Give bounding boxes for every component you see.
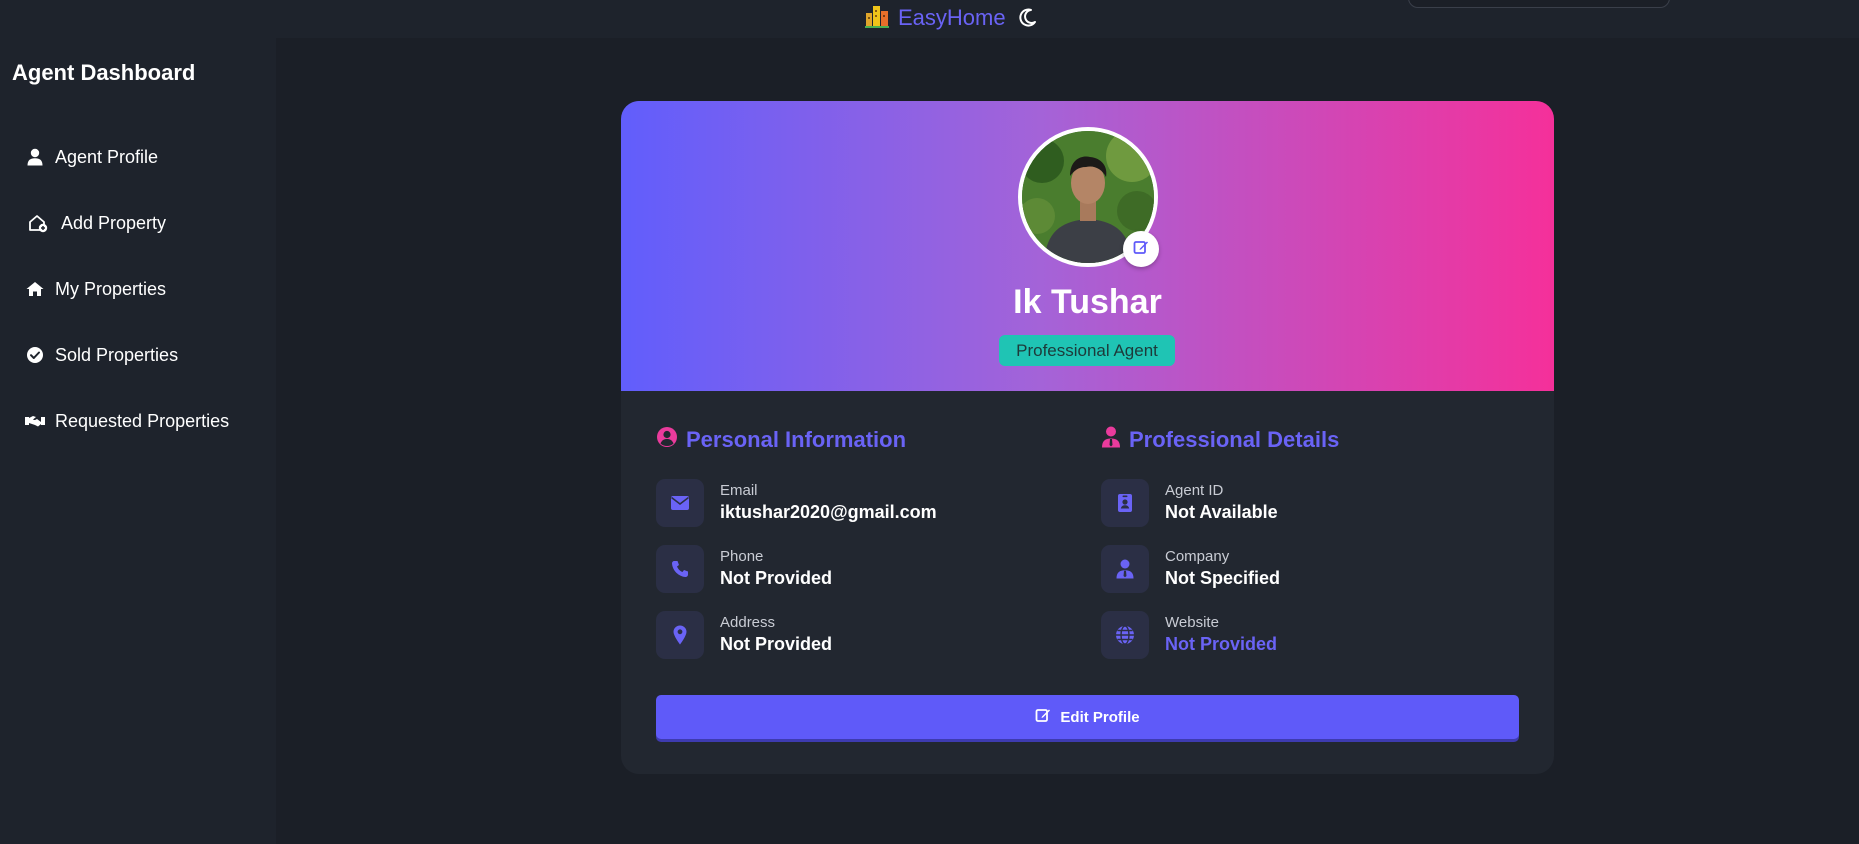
- check-circle-icon: [24, 344, 46, 366]
- sidebar-item-agent-profile[interactable]: Agent Profile: [0, 124, 276, 190]
- email-label: Email: [720, 482, 758, 499]
- top-right-control[interactable]: [1408, 0, 1670, 8]
- personal-info-title: Personal Information: [656, 426, 906, 454]
- phone-icon: [656, 545, 704, 593]
- agent-id-row: Agent ID Not Available: [1101, 479, 1278, 527]
- sidebar-item-sold-properties[interactable]: Sold Properties: [0, 322, 276, 388]
- professional-details-title: Professional Details: [1101, 426, 1339, 454]
- user-circle-icon: [656, 426, 678, 454]
- handshake-icon: [24, 410, 46, 432]
- sidebar: Agent Dashboard Agent Profile Add Proper…: [0, 38, 276, 844]
- edit-icon: [1133, 239, 1149, 260]
- address-value: Not Provided: [720, 634, 833, 654]
- sidebar-item-label: Agent Profile: [55, 146, 159, 167]
- phone-value: Not Provided: [720, 568, 833, 588]
- email-value: iktushar2020@gmail.com: [720, 502, 937, 522]
- sidebar-item-add-property[interactable]: Add Property: [0, 190, 276, 256]
- sidebar-item-label: Requested Properties: [55, 410, 230, 431]
- sidebar-item-my-properties[interactable]: My Properties: [0, 256, 276, 322]
- edit-profile-label: Edit Profile: [1060, 708, 1140, 726]
- company-label: Company: [1165, 548, 1230, 565]
- envelope-icon: [656, 479, 704, 527]
- profile-header: Ik Tushar Professional Agent: [621, 101, 1554, 391]
- website-label: Website: [1165, 614, 1219, 631]
- sidebar-title: Agent Dashboard: [12, 60, 196, 85]
- sidebar-item-label: Sold Properties: [55, 344, 179, 365]
- house-plus-icon: [27, 212, 49, 234]
- profile-card: Ik Tushar Professional Agent Personal In…: [621, 101, 1554, 774]
- phone-label: Phone: [720, 548, 764, 565]
- id-badge-icon: [1101, 479, 1149, 527]
- user-icon: [24, 146, 46, 168]
- moon-icon[interactable]: [1016, 7, 1038, 29]
- section-title-text: Personal Information: [686, 427, 907, 452]
- address-row: Address Not Provided: [656, 611, 832, 659]
- sidebar-item-label: Add Property: [61, 212, 167, 233]
- map-pin-icon: [656, 611, 704, 659]
- company-row: Company Not Specified: [1101, 545, 1280, 593]
- user-tie-icon: [1101, 545, 1149, 593]
- brand-logo[interactable]: EasyHome: [864, 4, 1006, 32]
- edit-profile-button[interactable]: Edit Profile: [656, 695, 1519, 739]
- top-navbar: EasyHome: [0, 0, 1859, 38]
- home-icon: [24, 278, 46, 300]
- company-value: Not Specified: [1165, 568, 1281, 588]
- brand-name: EasyHome: [898, 5, 1006, 30]
- address-label: Address: [720, 614, 776, 631]
- email-row: Email iktushar2020@gmail.com: [656, 479, 937, 527]
- phone-row: Phone Not Provided: [656, 545, 832, 593]
- sidebar-item-label: My Properties: [55, 278, 167, 299]
- agent-id-value: Not Available: [1165, 502, 1278, 522]
- user-tie-icon: [1101, 426, 1121, 454]
- edit-avatar-button[interactable]: [1123, 231, 1159, 267]
- website-link[interactable]: Not Provided: [1165, 632, 1277, 656]
- globe-icon: [1101, 611, 1149, 659]
- section-title-text: Professional Details: [1129, 427, 1340, 452]
- edit-icon: [1035, 707, 1051, 727]
- role-badge: Professional Agent: [999, 335, 1175, 366]
- buildings-icon: [864, 3, 890, 34]
- profile-name: Ik Tushar: [1013, 283, 1162, 321]
- sidebar-nav: Agent Profile Add Property My Properties…: [0, 124, 276, 454]
- sidebar-item-requested-properties[interactable]: Requested Properties: [0, 388, 276, 454]
- agent-id-label: Agent ID: [1165, 482, 1224, 499]
- website-row: Website Not Provided: [1101, 611, 1277, 659]
